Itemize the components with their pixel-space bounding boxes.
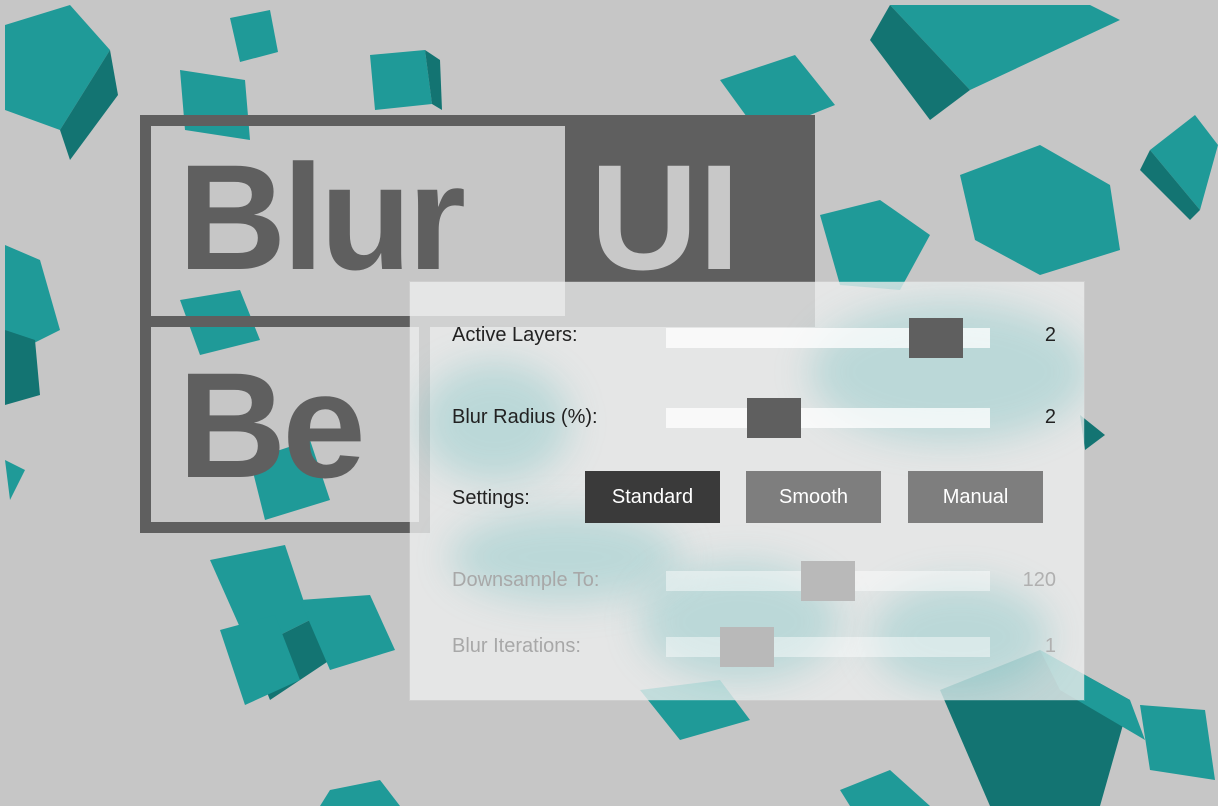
downsample-label: Downsample To: xyxy=(452,569,600,591)
downsample-slider-thumb xyxy=(801,561,855,601)
active-layers-slider[interactable] xyxy=(666,318,990,358)
blur-radius-slider[interactable] xyxy=(666,398,990,438)
blur-iterations-slider xyxy=(666,627,990,667)
smooth-button[interactable]: Smooth xyxy=(746,471,881,523)
active-layers-slider-thumb[interactable] xyxy=(909,318,963,358)
active-layers-value: 2 xyxy=(1044,324,1056,346)
settings-label: Settings: xyxy=(452,487,530,509)
blur-iterations-value: 1 xyxy=(1044,635,1056,657)
blur-radius-slider-thumb[interactable] xyxy=(747,398,801,438)
downsample-slider xyxy=(666,561,990,601)
blur-iterations-slider-thumb xyxy=(720,627,774,667)
logo-word-ui: UI xyxy=(590,133,740,301)
active-layers-label: Active Layers: xyxy=(452,324,578,346)
logo-word-be: Be xyxy=(178,341,366,509)
blur-settings-panel: Active Layers: 2 Blur Radius (%): 2 Sett… xyxy=(410,282,1084,700)
downsample-value: 120 xyxy=(1022,569,1056,591)
blur-iterations-label: Blur Iterations: xyxy=(452,635,581,657)
manual-button[interactable]: Manual xyxy=(908,471,1043,523)
standard-button[interactable]: Standard xyxy=(585,471,720,523)
logo-word-blur: Blur xyxy=(178,133,466,301)
blur-radius-label: Blur Radius (%): xyxy=(452,406,598,428)
blur-radius-value: 2 xyxy=(1044,406,1056,428)
